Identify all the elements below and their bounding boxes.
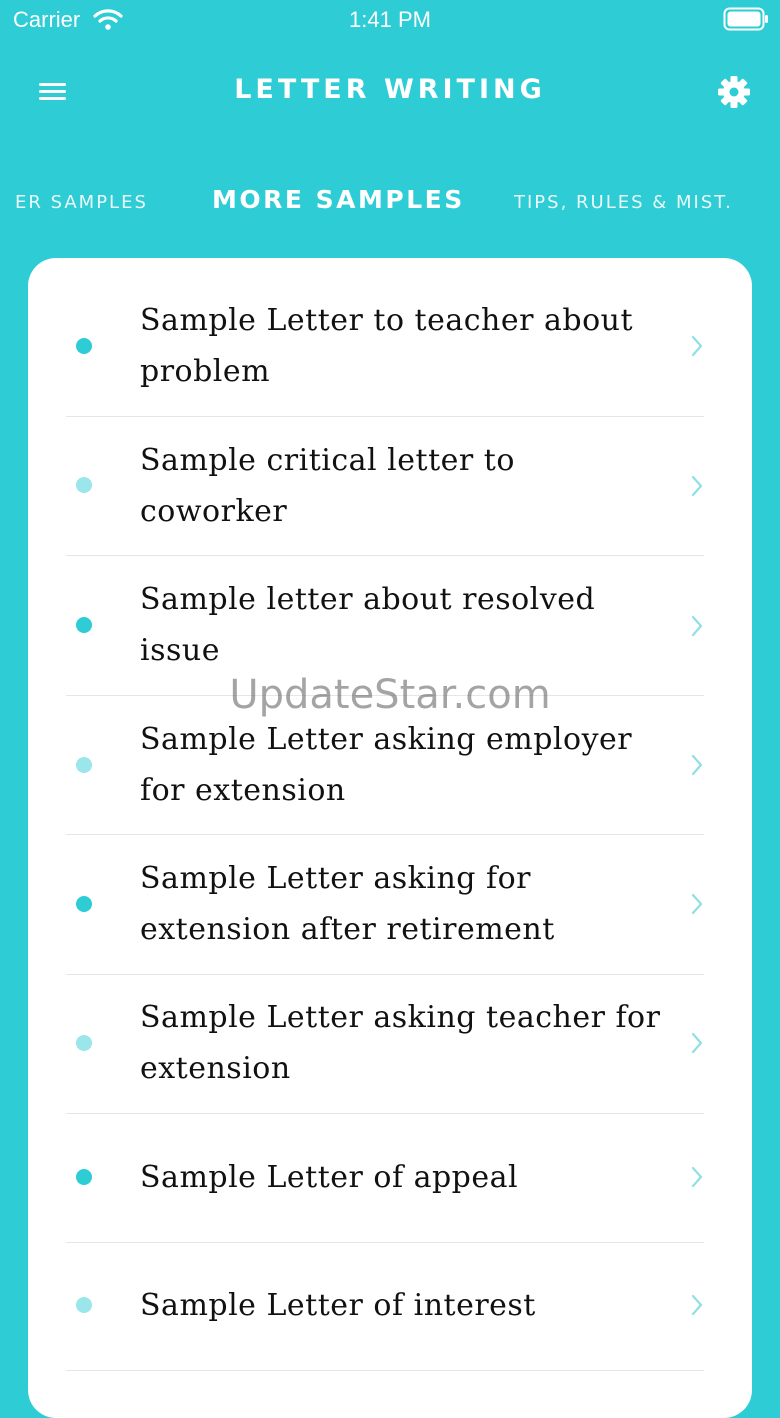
list-item[interactable]: Sample letter about resolved issue — [66, 556, 704, 696]
samples-card: Sample Letter to teacher about problem S… — [28, 258, 752, 1418]
list-item[interactable]: Sample Letter asking for extension after… — [66, 835, 704, 975]
list-item[interactable]: Sample Letter asking employer for extens… — [66, 695, 704, 835]
chevron-right-icon — [691, 1166, 703, 1188]
chevron-right-icon — [691, 893, 703, 915]
chevron-right-icon — [691, 1032, 703, 1054]
list-item[interactable]: Sample Letter of appeal — [66, 1114, 704, 1243]
bullet-dot — [76, 617, 92, 633]
list-item[interactable]: Sample Letter asking teacher for extensi… — [66, 974, 704, 1114]
bullet-dot — [76, 1169, 92, 1185]
nav-bar: LETTER WRITING — [0, 56, 780, 126]
chevron-right-icon — [691, 615, 703, 637]
bullet-dot — [76, 338, 92, 354]
list-item[interactable]: Sample Letter to teacher about problem — [66, 276, 704, 417]
bullet-dot — [76, 1297, 92, 1313]
list-item-label: Sample critical letter to coworker — [140, 443, 515, 529]
bullet-dot — [76, 1035, 92, 1051]
list-item-label: Sample letter about resolved issue — [140, 582, 596, 668]
bullet-dot — [76, 757, 92, 773]
chevron-right-icon — [691, 1294, 703, 1316]
bullet-dot — [76, 896, 92, 912]
list-item[interactable]: Sample critical letter to coworker — [66, 416, 704, 556]
list-item-label: Sample Letter of appeal — [140, 1160, 519, 1195]
chevron-right-icon — [691, 335, 703, 357]
list-item-label: Sample Letter asking for extension after… — [140, 861, 555, 947]
tab-strip: ER SAMPLES MORE SAMPLES TIPS, RULES & MI… — [0, 176, 780, 232]
list-item[interactable]: Sample Letter of interest — [66, 1242, 704, 1371]
battery-icon — [723, 7, 768, 31]
status-time: 1:41 PM — [349, 7, 431, 32]
tab-letter-samples[interactable]: ER SAMPLES — [15, 192, 155, 213]
bullet-dot — [76, 477, 92, 493]
list-item-label: Sample Letter of interest — [140, 1288, 536, 1323]
tab-tips-rules-mistakes[interactable]: TIPS, RULES & MIST. — [514, 192, 734, 213]
status-bar: Carrier 1:41 PM — [0, 0, 780, 40]
tab-more-samples[interactable]: MORE SAMPLES — [212, 185, 465, 214]
list-item-label: Sample Letter to teacher about problem — [140, 303, 634, 389]
chevron-right-icon — [691, 475, 703, 497]
list-item-label: Sample Letter asking teacher for extensi… — [140, 1000, 661, 1086]
chevron-right-icon — [691, 754, 703, 776]
gear-icon[interactable] — [716, 74, 752, 110]
list-item-label: Sample Letter asking employer for extens… — [140, 722, 633, 808]
page-title: LETTER WRITING — [234, 74, 546, 105]
